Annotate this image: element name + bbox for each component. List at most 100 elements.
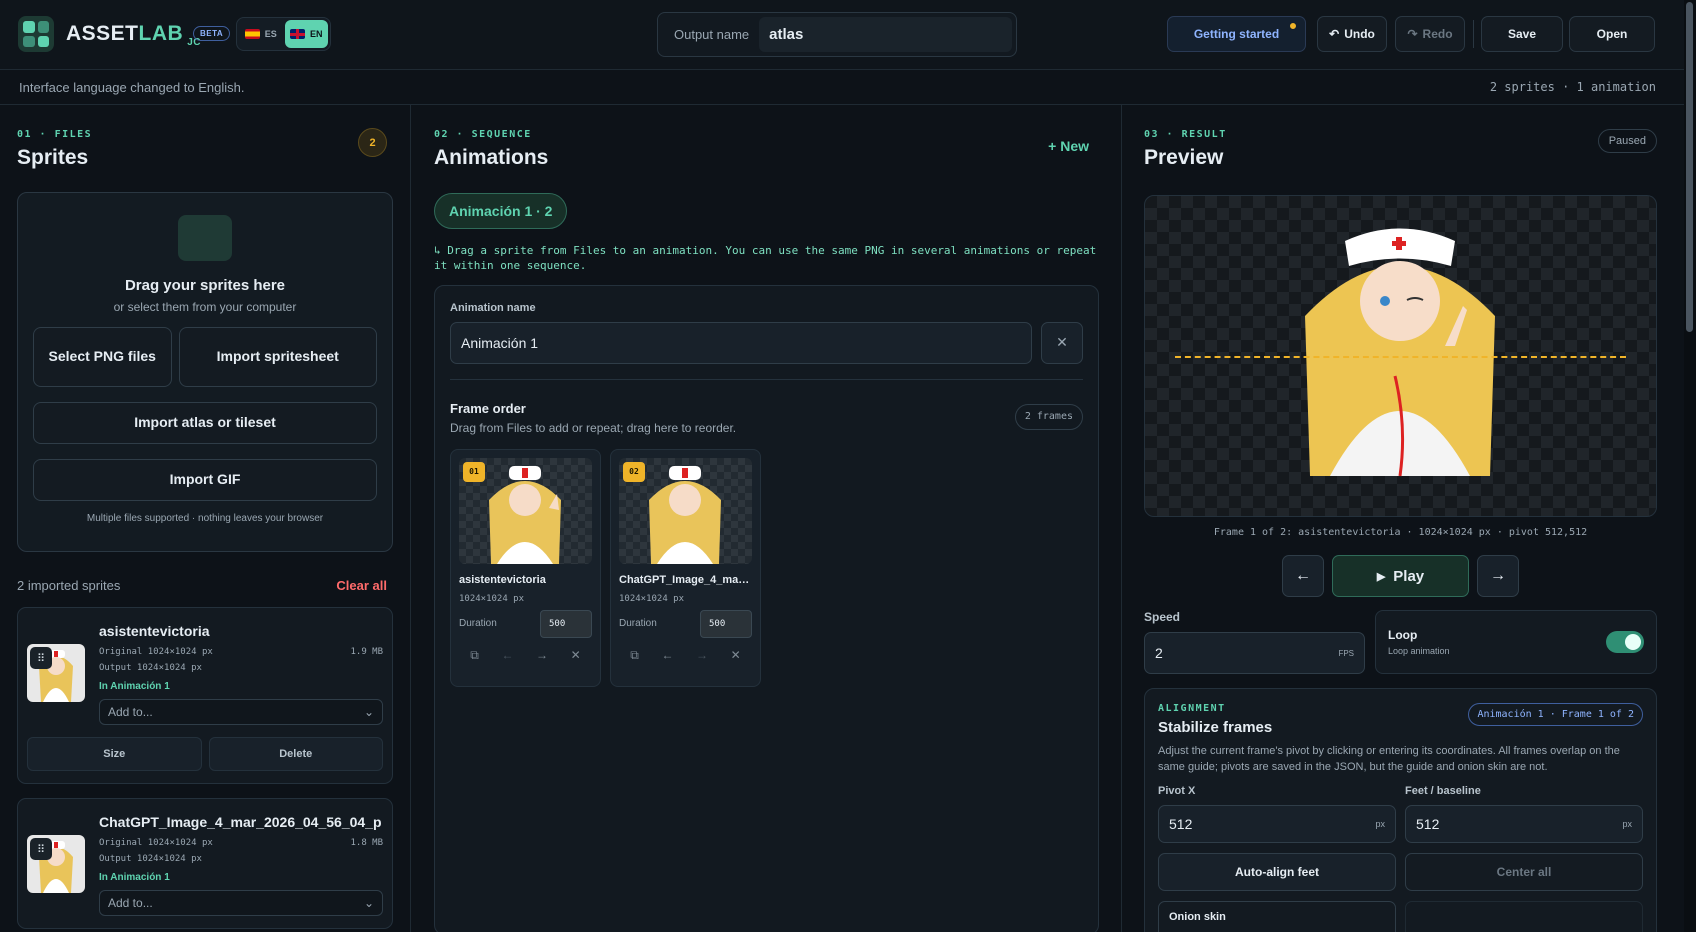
play-button[interactable]: ▶ Play xyxy=(1332,555,1469,597)
feet-baseline-label: Feet / baseline xyxy=(1405,784,1481,797)
duration-input[interactable]: 500 xyxy=(540,609,592,638)
frame-thumbnail: 02 xyxy=(619,457,752,564)
import-spritesheet-button[interactable]: Import spritesheet xyxy=(178,327,377,387)
dropzone-footnote: Multiple files supported · nothing leave… xyxy=(86,513,324,524)
opacity-setting[interactable] xyxy=(1405,900,1643,932)
frame-name: asistentevictoria xyxy=(459,573,546,586)
status-summary: 2 sprites · 1 animation xyxy=(1489,80,1656,94)
animation-name-input[interactable]: Animación 1 xyxy=(450,321,1032,364)
sprite-thumbnail: ⠿ xyxy=(27,644,85,702)
files-panel: 01 · FILES Sprites 2 Drag your sprites h… xyxy=(0,105,411,932)
add-to-select[interactable]: Add to... ⌄ xyxy=(99,699,383,725)
arrow-right-icon: → xyxy=(1490,567,1506,584)
frame-order-subtitle: Drag from Files to add or repeat; drag h… xyxy=(450,420,737,435)
delete-button[interactable]: Delete xyxy=(208,737,383,771)
alignment-title: Stabilize frames xyxy=(1158,719,1273,736)
alignment-kicker: ALIGNMENT xyxy=(1158,703,1226,714)
new-animation-button[interactable]: + New xyxy=(1048,138,1089,154)
status-message: Interface language changed to English. xyxy=(19,79,245,95)
sprite-dropzone[interactable]: Drag your sprites here or select them fr… xyxy=(17,192,393,552)
spain-flag-icon xyxy=(244,29,260,39)
import-gif-button[interactable]: Import GIF xyxy=(33,459,377,501)
sequence-kicker: 02 · SEQUENCE xyxy=(434,129,532,140)
baseline-guide xyxy=(1175,356,1626,358)
auto-align-feet-button[interactable]: Auto-align feet xyxy=(1158,852,1396,891)
move-left-icon[interactable]: ← xyxy=(661,648,673,663)
select-png-button[interactable]: Select PNG files xyxy=(33,327,172,387)
page-scrollbar[interactable] xyxy=(1684,0,1696,932)
sprite-name: ChatGPT_Image_4_mar_2026_04_56_04_p xyxy=(99,814,382,830)
animation-tab[interactable]: Animación 1 · 2 xyxy=(434,193,568,229)
lang-es-button[interactable]: ES xyxy=(239,20,283,48)
app-logo-icon xyxy=(18,16,54,52)
loop-toggle[interactable] xyxy=(1606,631,1644,653)
pivot-x-input[interactable]: 512 px xyxy=(1158,804,1396,843)
frame-name: ChatGPT_Image_4_mar_2026_04_56_04_p xyxy=(619,573,752,586)
frame-info: Frame 1 of 2: asistentevictoria · 1024×1… xyxy=(1213,527,1588,538)
files-title: Sprites xyxy=(17,146,89,169)
sequence-title: Animations xyxy=(434,146,549,169)
next-frame-button[interactable]: → xyxy=(1477,555,1519,597)
delete-animation-icon[interactable]: ✕ xyxy=(1041,321,1083,364)
sprite-usage: In Animación 1 xyxy=(99,681,170,692)
previous-frame-button[interactable]: ← xyxy=(1282,555,1324,597)
notification-dot xyxy=(1289,22,1297,30)
dropzone-title: Drag your sprites here xyxy=(124,277,286,294)
output-name-label: Output name xyxy=(674,27,750,42)
duration-label: Duration xyxy=(619,618,657,630)
divider xyxy=(450,378,1083,380)
move-left-icon[interactable]: ← xyxy=(501,648,513,663)
onion-skin-toggle[interactable]: Onion skin xyxy=(1158,900,1396,932)
redo-button[interactable]: ↷ Redo xyxy=(1395,16,1465,52)
center-all-button[interactable]: Center all xyxy=(1405,852,1643,891)
playback-state-badge: Paused xyxy=(1597,129,1657,153)
speed-input[interactable]: 2 FPS xyxy=(1144,632,1365,674)
frame-size: 1024×1024 px xyxy=(619,593,685,604)
sprite-card: ⠿ ChatGPT_Image_4_mar_2026_04_56_04_p Or… xyxy=(17,798,393,929)
remove-frame-icon[interactable]: ✕ xyxy=(571,648,581,663)
preview-stage[interactable] xyxy=(1144,195,1657,517)
duration-label: Duration xyxy=(459,618,497,630)
drag-handle-icon[interactable]: ⠿ xyxy=(30,647,52,669)
getting-started-button[interactable]: Getting started xyxy=(1167,16,1306,52)
open-button[interactable]: Open xyxy=(1569,16,1655,52)
sprite-count-badge: 2 xyxy=(358,128,387,157)
sprite-name: asistentevictoria xyxy=(99,623,210,639)
alignment-description: Adjust the current frame's pivot by clic… xyxy=(1158,745,1620,773)
lang-en-button[interactable]: EN xyxy=(284,20,328,48)
sequence-panel: 02 · SEQUENCE Animations + New Animación… xyxy=(412,105,1122,932)
size-button[interactable]: Size xyxy=(27,737,202,771)
frame-card[interactable]: 01 asistentevictoria 1024×1024 px Durati… xyxy=(450,448,601,687)
clear-all-button[interactable]: Clear all xyxy=(336,578,393,593)
add-to-select[interactable]: Add to... ⌄ xyxy=(99,890,383,916)
duration-input[interactable]: 500 xyxy=(700,609,752,638)
import-atlas-button[interactable]: Import atlas or tileset xyxy=(33,402,377,444)
arrow-left-icon: ← xyxy=(1295,567,1311,584)
loop-label: Loop xyxy=(1388,628,1418,642)
status-bar: Interface language changed to English. 2… xyxy=(0,70,1684,105)
feet-baseline-input[interactable]: 512 px xyxy=(1405,804,1643,843)
toolbar-divider xyxy=(1473,20,1474,48)
result-kicker: 03 · RESULT xyxy=(1144,129,1227,140)
sprite-card: ⠿ asistentevictoria Original 1024×1024 p… xyxy=(17,607,393,784)
sprite-file-size: 1.9 MB xyxy=(350,647,383,657)
drag-handle-icon[interactable]: ⠿ xyxy=(30,838,52,860)
remove-frame-icon[interactable]: ✕ xyxy=(731,648,741,663)
frame-card[interactable]: 02 ChatGPT_Image_4_mar_2026_04_56_04_p 1… xyxy=(610,448,761,687)
save-button[interactable]: Save xyxy=(1481,16,1563,52)
alignment-frame-badge: Animación 1 · Frame 1 of 2 xyxy=(1468,703,1643,726)
move-right-icon[interactable]: → xyxy=(536,648,548,663)
move-right-icon[interactable]: → xyxy=(696,648,708,663)
frames-count-badge: 2 frames xyxy=(1014,403,1083,430)
output-name-input[interactable]: atlas xyxy=(759,17,1012,52)
imported-sprites-label: 2 imported sprites xyxy=(17,578,121,593)
animation-name-label: Animation name xyxy=(450,301,536,314)
duplicate-icon[interactable]: ⧉ xyxy=(630,648,639,663)
undo-icon: ↶ xyxy=(1329,27,1340,41)
undo-button[interactable]: ↶ Undo xyxy=(1317,16,1387,52)
alignment-section: ALIGNMENT Stabilize frames Animación 1 ·… xyxy=(1144,688,1657,932)
frame-number: 01 xyxy=(463,461,485,482)
brand-name: ASSETLAB JC xyxy=(66,22,201,49)
loop-sublabel: Loop animation xyxy=(1388,646,1450,656)
duplicate-icon[interactable]: ⧉ xyxy=(470,648,479,663)
